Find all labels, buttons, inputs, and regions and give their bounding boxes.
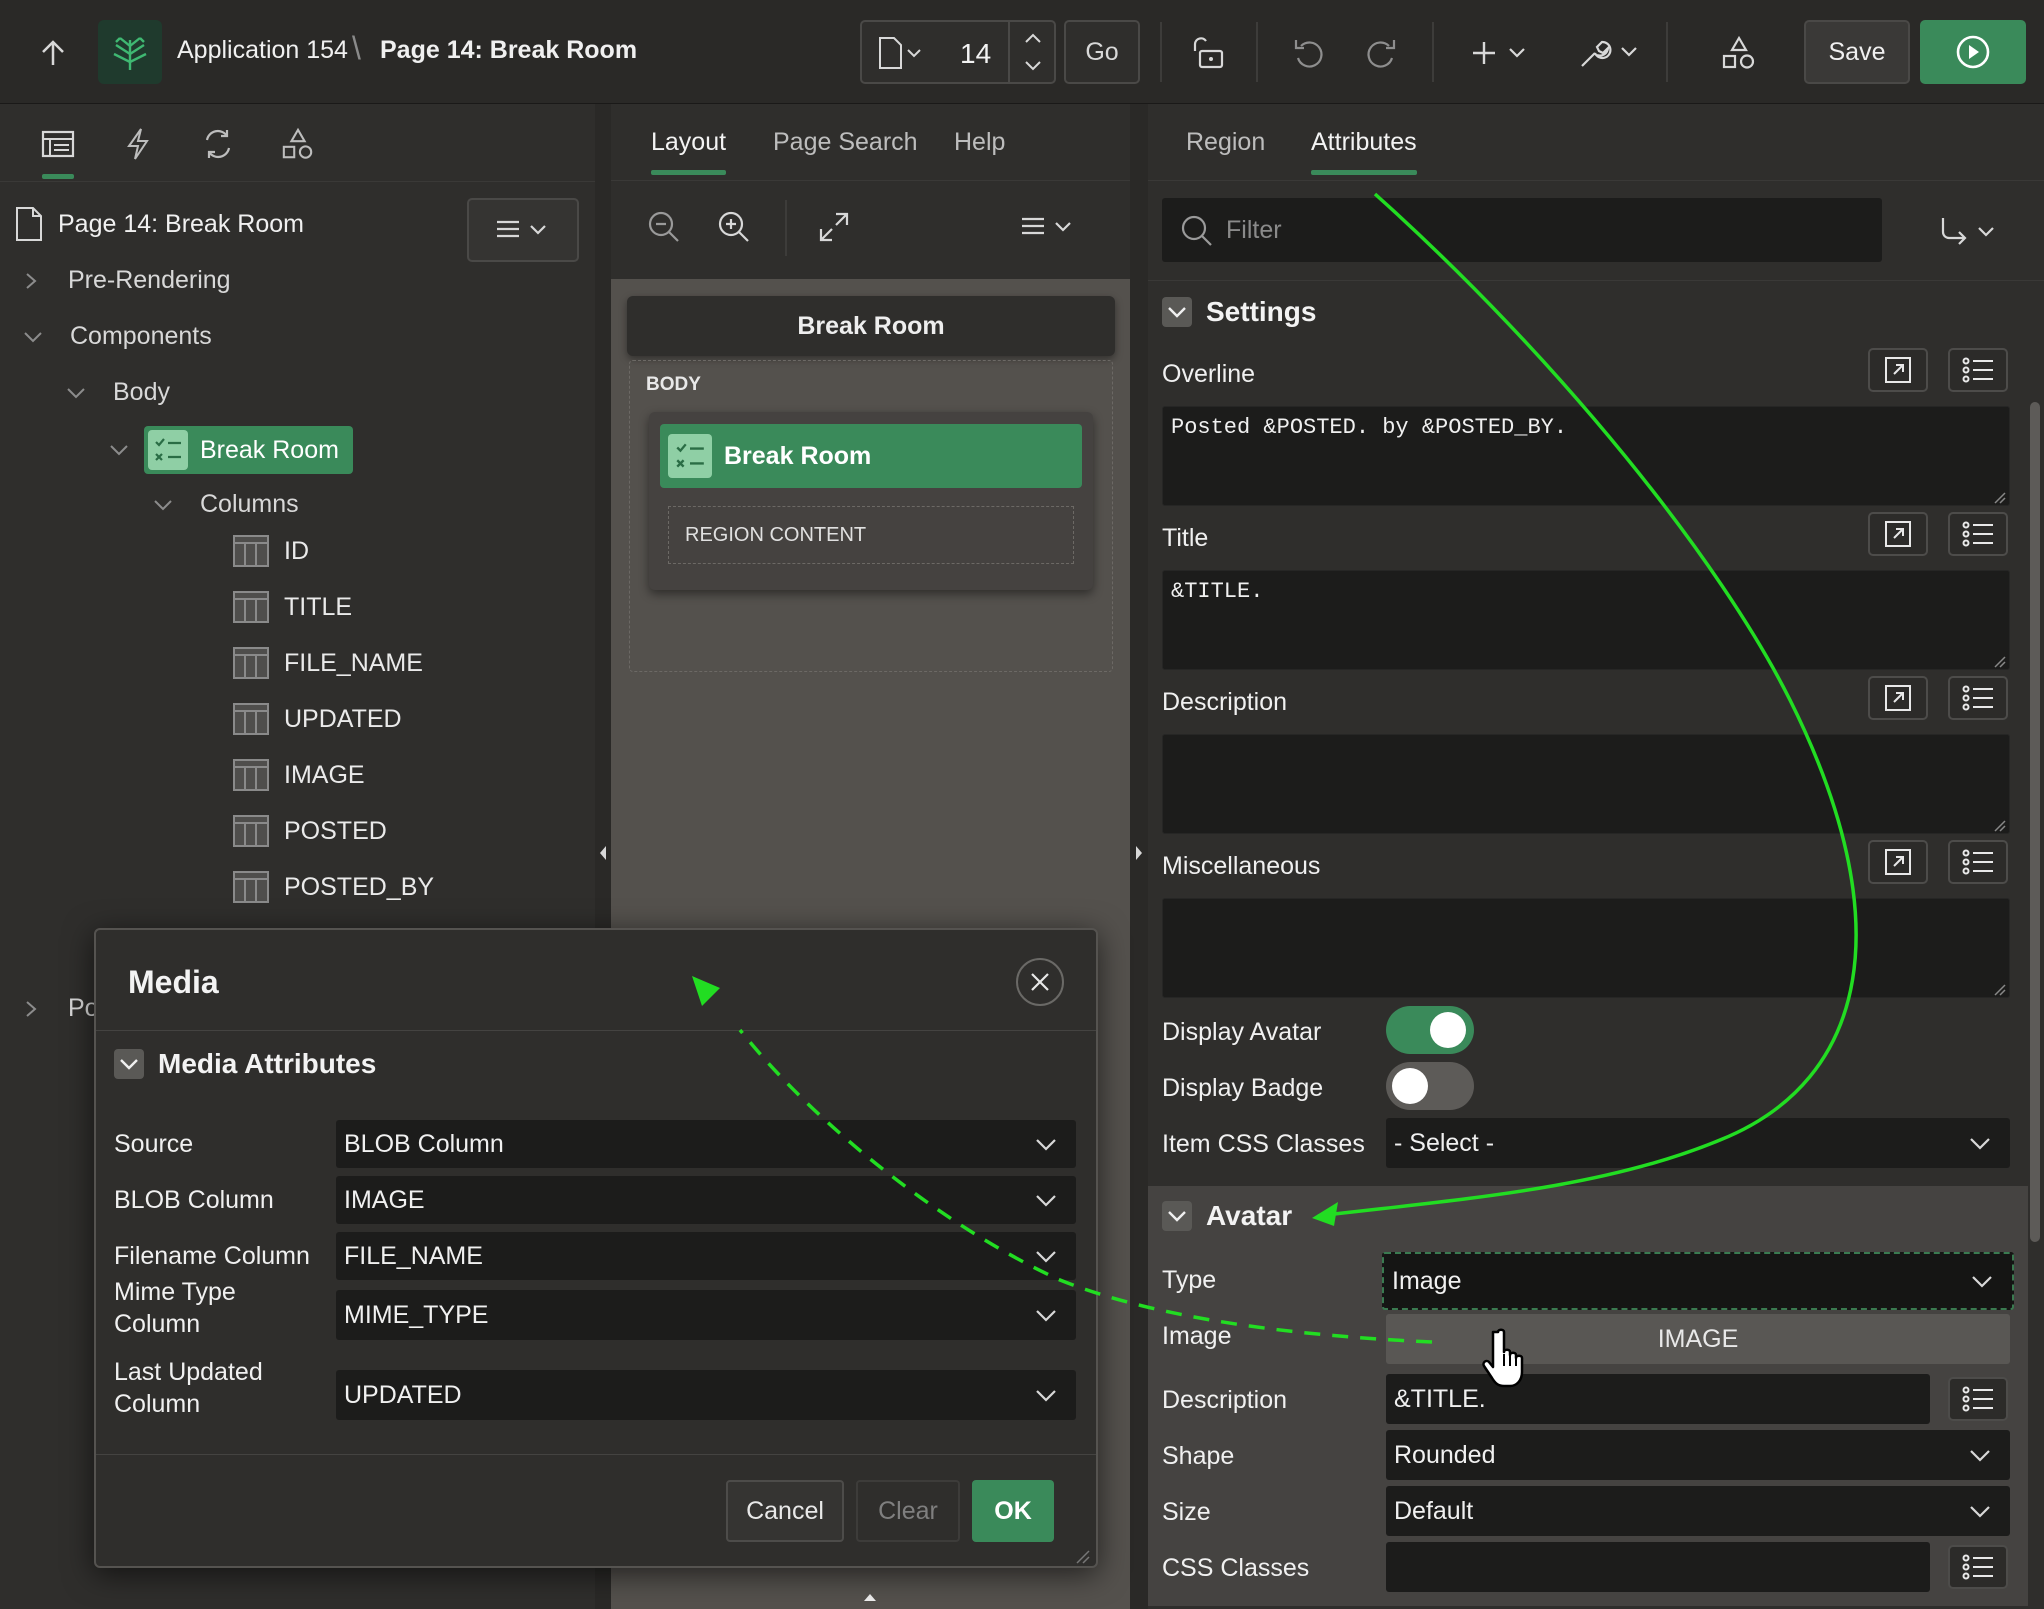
annotation-arrows	[692, 192, 1858, 1344]
hand-cursor-icon	[1480, 1326, 1536, 1390]
solid-arrowhead	[1312, 1202, 1338, 1226]
dashed-arrowhead	[692, 976, 720, 1006]
solid-annotation-arrow	[1317, 192, 1858, 1218]
dashed-annotation-arrow	[738, 1028, 1433, 1344]
